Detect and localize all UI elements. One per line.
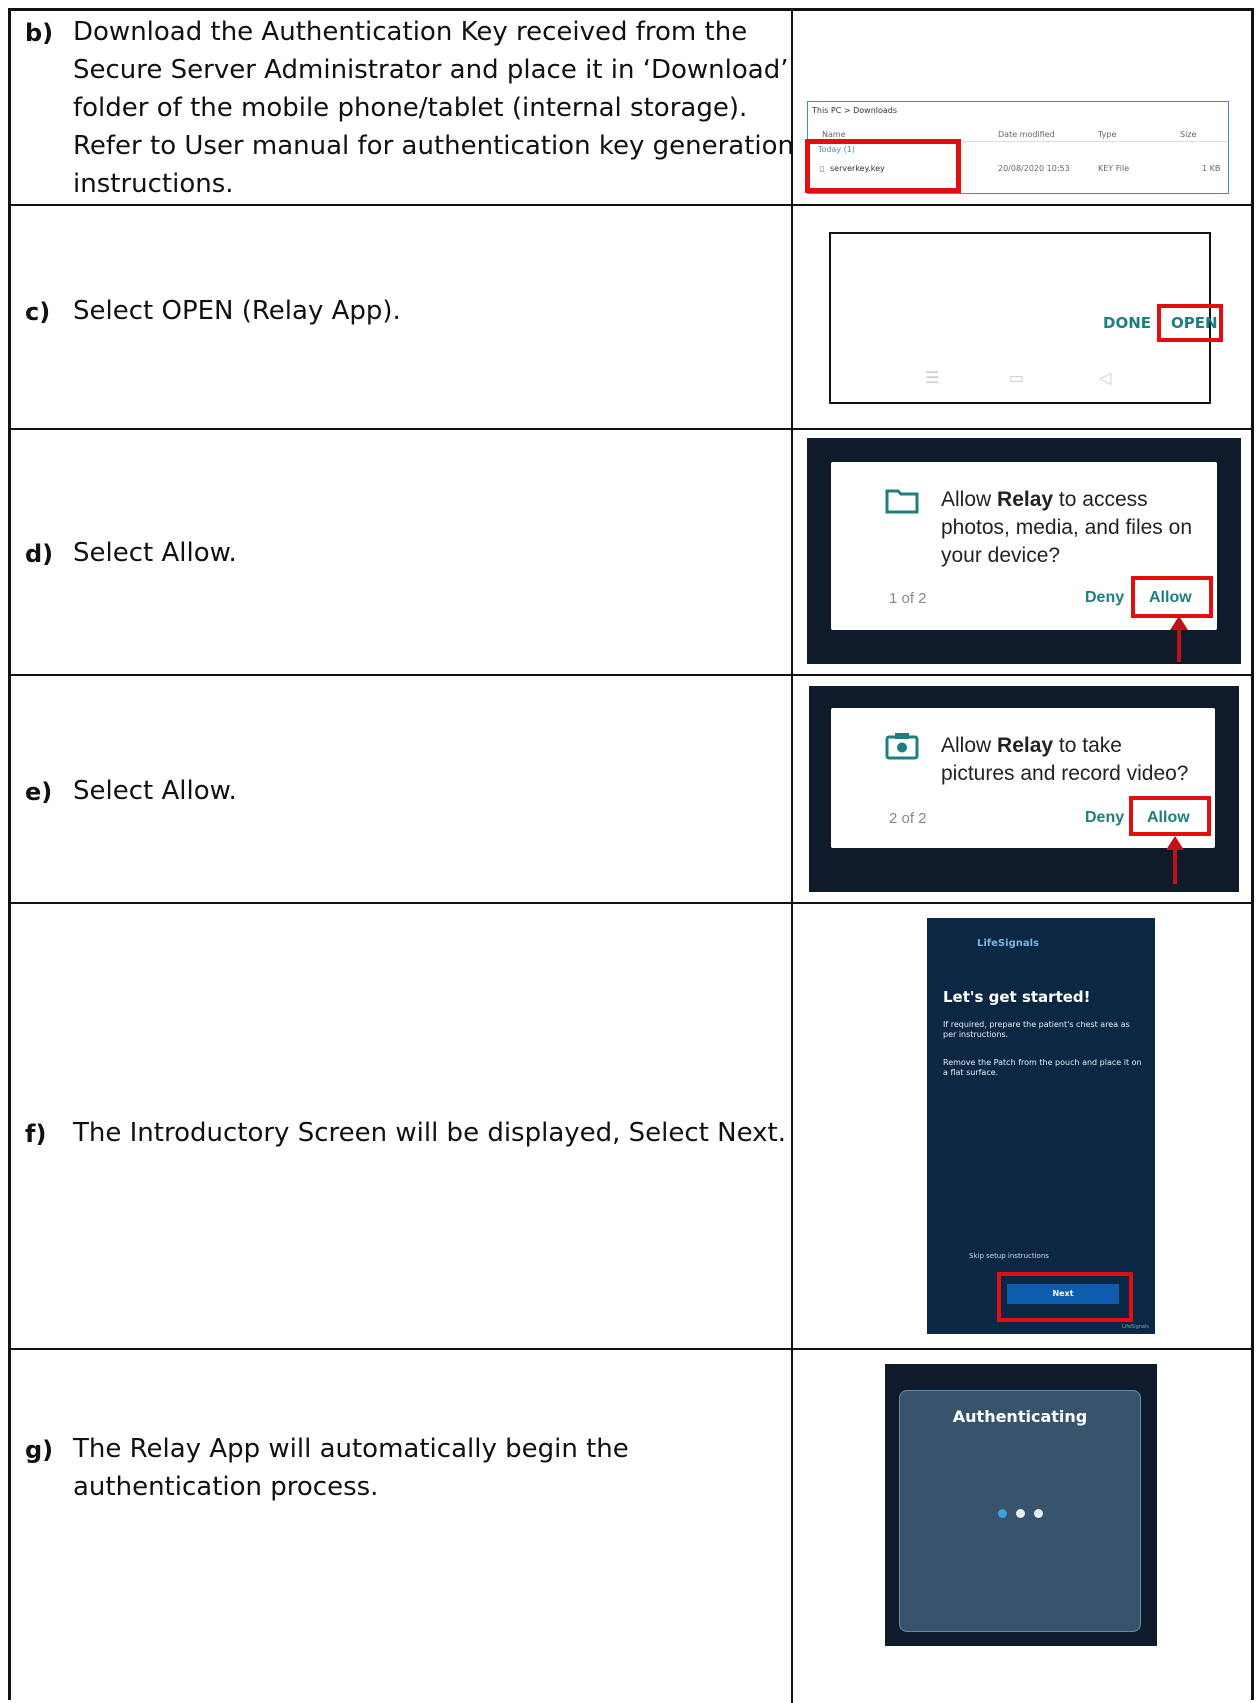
table-row: c) Select OPEN (Relay App). DONE OPEN ☰ … <box>11 206 1251 430</box>
highlight-box <box>1131 576 1213 618</box>
home-nav-icon[interactable]: ▭ <box>1009 368 1024 387</box>
page-indicator: 1 of 2 <box>889 590 927 607</box>
pointer-arrow <box>1170 616 1188 662</box>
permission-message: Allow Relay to take pictures and record … <box>941 734 1189 785</box>
step-screenshot: DONE OPEN ☰ ▭ ◁ <box>793 206 1251 428</box>
share-dialog: DONE OPEN ☰ ▭ ◁ <box>829 232 1223 404</box>
permission-dialog: Allow Relay to take pictures and record … <box>831 708 1215 848</box>
step-letter: b) <box>25 19 54 47</box>
permission-message: Allow Relay to access photos, media, and… <box>941 488 1192 567</box>
step-letter: g) <box>25 1436 54 1464</box>
step-letter: f) <box>25 1120 47 1148</box>
highlight-box <box>997 1272 1133 1322</box>
pointer-arrow <box>1166 836 1184 884</box>
footer-logo: LifeSignals <box>1122 1324 1149 1330</box>
table-row: d) Select Allow. Allow Relay to access p… <box>11 430 1251 676</box>
table-row: g) The Relay App will automatically begi… <box>11 1350 1251 1703</box>
permission-dialog: Allow Relay to access photos, media, and… <box>831 462 1217 630</box>
table-row: f) The Introductory Screen will be displ… <box>11 904 1251 1350</box>
step-letter: d) <box>25 540 54 568</box>
breadcrumb: This PC > Downloads <box>812 106 898 115</box>
intro-paragraph: If required, prepare the patient's chest… <box>943 1020 1130 1039</box>
step-screenshot: Allow Relay to access photos, media, and… <box>793 430 1251 674</box>
page-indicator: 2 of 2 <box>889 810 927 827</box>
authenticating-screen: Authenticating <box>885 1364 1157 1646</box>
back-nav-icon[interactable]: ◁ <box>1099 368 1111 387</box>
highlight-box <box>805 139 961 193</box>
intro-paragraph: Remove the Patch from the pouch and plac… <box>943 1058 1142 1077</box>
deny-button[interactable]: Deny <box>1085 809 1124 827</box>
instruction-table: b) Download the Authentication Key recei… <box>8 8 1254 1703</box>
progress-dot <box>1016 1509 1025 1518</box>
authenticating-card: Authenticating <box>899 1390 1141 1632</box>
step-screenshot: Allow Relay to take pictures and record … <box>793 676 1251 902</box>
highlight-box <box>1129 796 1211 836</box>
step-screenshot: LifeSignals Let's get started! If requir… <box>793 904 1251 1348</box>
table-row: b) Download the Authentication Key recei… <box>11 11 1251 206</box>
highlight-box <box>1157 304 1223 342</box>
menu-nav-icon[interactable]: ☰ <box>925 368 939 387</box>
progress-dot <box>998 1509 1007 1518</box>
camera-icon <box>885 732 919 764</box>
step-letter: c) <box>25 298 51 326</box>
step-screenshot: Authenticating <box>793 1350 1251 1703</box>
step-screenshot: This PC > Downloads Name Date modified T… <box>793 11 1251 204</box>
deny-button[interactable]: Deny <box>1085 589 1124 607</box>
folder-icon <box>885 488 919 518</box>
authenticating-label: Authenticating <box>952 1407 1088 1426</box>
skip-setup-link[interactable]: Skip setup instructions <box>969 1252 1049 1260</box>
table-row: e) Select Allow. Allow Relay to take pic… <box>11 676 1251 904</box>
intro-screen: LifeSignals Let's get started! If requir… <box>927 918 1155 1334</box>
done-button[interactable]: DONE <box>1103 314 1151 332</box>
progress-dot <box>1034 1509 1043 1518</box>
step-letter: e) <box>25 778 53 806</box>
brand-logo: LifeSignals <box>977 938 1039 949</box>
intro-title: Let's get started! <box>943 988 1091 1006</box>
